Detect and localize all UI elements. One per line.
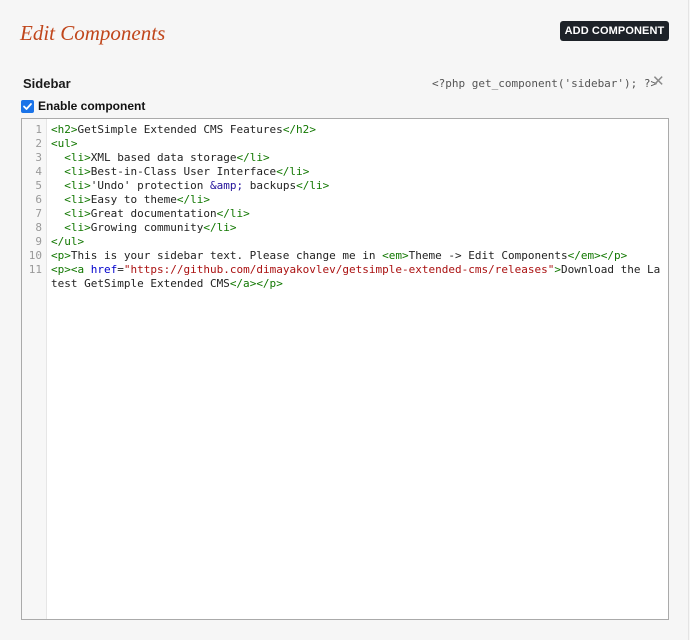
- enable-component-label: Enable component: [38, 99, 146, 113]
- line-number: 2: [35, 137, 42, 150]
- line-number: 4: [35, 165, 42, 178]
- code-area[interactable]: <h2>GetSimple Extended CMS Features</h2>…: [51, 123, 664, 291]
- code-line[interactable]: <li>Great documentation</li>: [51, 207, 664, 221]
- code-line[interactable]: <p><a href="https://github.com/dimayakov…: [51, 263, 664, 291]
- code-line[interactable]: <li>Growing community</li>: [51, 221, 664, 235]
- code-line[interactable]: </ul>: [51, 235, 664, 249]
- page-title: Edit Components: [20, 21, 166, 45]
- delete-component-icon[interactable]: ✕: [652, 74, 665, 90]
- code-line[interactable]: <li>Easy to theme</li>: [51, 193, 664, 207]
- editor-gutter: 1 2 3 4 5 6 7 8 9 10 11: [22, 119, 47, 619]
- line-numbers: 1 2 3 4 5 6 7 8 9 10 11: [22, 123, 42, 277]
- code-line[interactable]: <ul>: [51, 137, 664, 151]
- line-number: 7: [35, 207, 42, 220]
- component-title[interactable]: Sidebar: [23, 76, 71, 91]
- line-number: 8: [35, 221, 42, 234]
- line-number: 10: [28, 249, 42, 262]
- add-component-button[interactable]: ADD COMPONENT: [560, 21, 669, 41]
- line-number: 3: [35, 151, 42, 164]
- code-line[interactable]: <li>Best-in-Class User Interface</li>: [51, 165, 664, 179]
- code-line[interactable]: <li>XML based data storage</li>: [51, 151, 664, 165]
- line-number: 6: [35, 193, 42, 206]
- enable-component-row[interactable]: Enable component: [21, 99, 145, 113]
- component-code-snippet: <?php get_component('sidebar'); ?>: [432, 77, 658, 90]
- edit-components-panel: Edit Components ADD COMPONENT Sidebar <?…: [0, 0, 689, 640]
- line-number: 11: [28, 263, 42, 276]
- line-number: 5: [35, 179, 42, 192]
- code-line[interactable]: <li>'Undo' protection &amp; backups</li>: [51, 179, 664, 193]
- line-number: 9: [35, 235, 42, 248]
- code-line[interactable]: <h2>GetSimple Extended CMS Features</h2>: [51, 123, 664, 137]
- checkmark-icon: [23, 102, 32, 110]
- code-editor[interactable]: 1 2 3 4 5 6 7 8 9 10 11 <h2>GetSimple Extended CMS…: [21, 118, 669, 620]
- enable-component-checkbox[interactable]: [21, 99, 34, 113]
- code-line[interactable]: <p>This is your sidebar text. Please cha…: [51, 249, 664, 263]
- line-number: 1: [35, 123, 42, 136]
